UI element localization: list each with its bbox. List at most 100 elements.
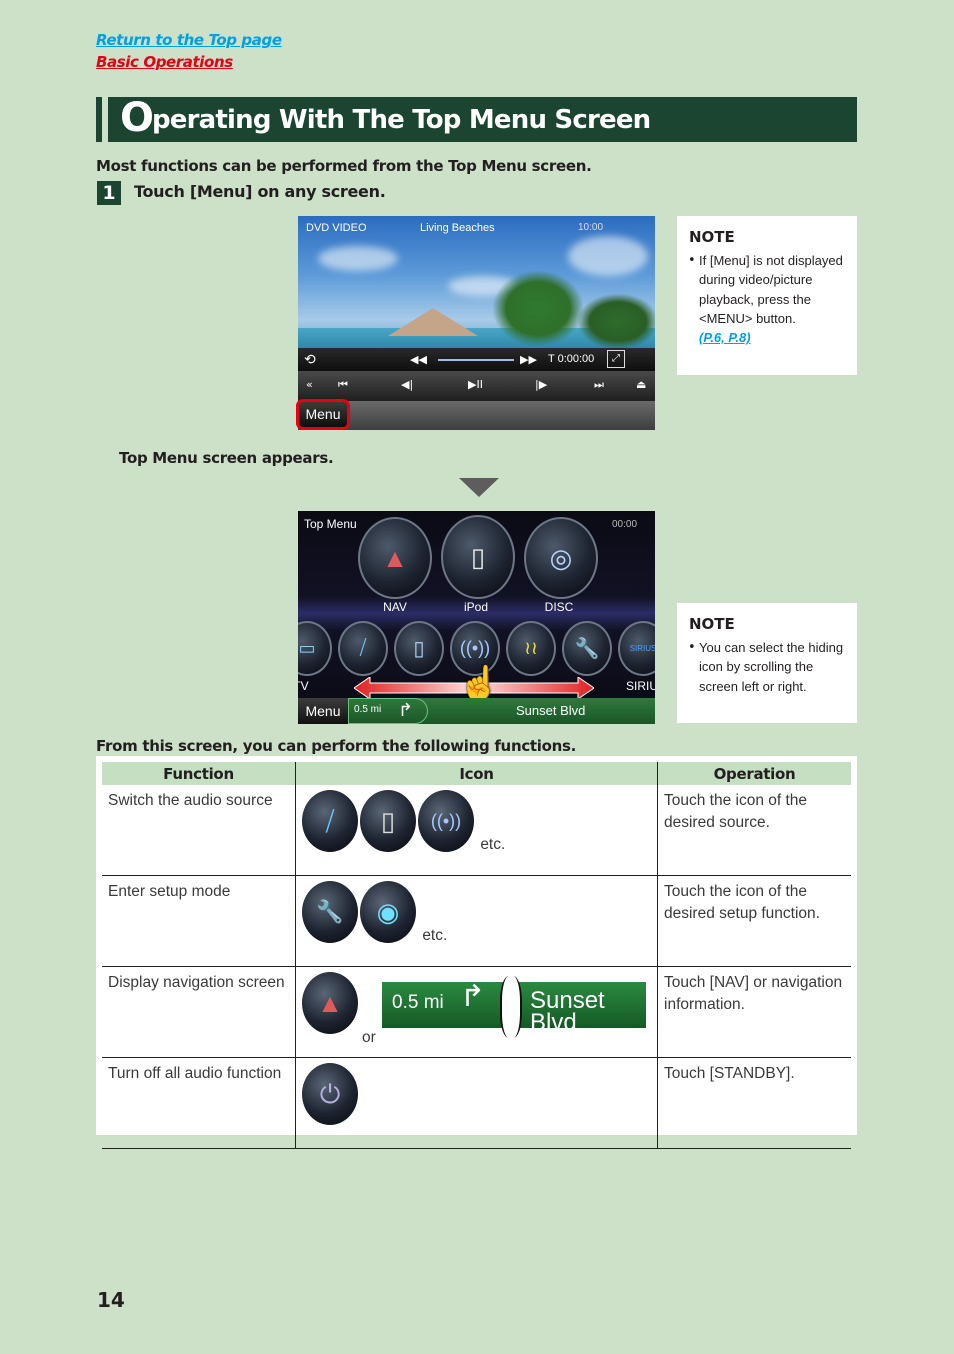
bullet: • xyxy=(688,253,696,268)
table-row: Switch the audio source ⧸ ▯ ((•)) etc. Tou… xyxy=(102,785,851,876)
clock: 10:00 xyxy=(578,222,604,233)
table-row: Enter setup mode 🔧 ◉ etc. Touch the icon … xyxy=(102,875,851,967)
nav-distance: 0.5 mi xyxy=(392,992,444,1013)
operation-cell: Touch [STANDBY]. xyxy=(657,1057,851,1149)
disc-icon[interactable]: ◎ xyxy=(524,517,598,599)
result-text: Top Menu screen appears. xyxy=(119,449,334,467)
step-instruction: Touch [Menu] on any screen. xyxy=(134,182,386,201)
nav-distance: 0.5 mi xyxy=(354,704,382,715)
nav-label: NAV xyxy=(383,600,407,614)
page-number: 14 xyxy=(97,1288,125,1312)
top-menu-menu-button[interactable]: Menu xyxy=(298,698,348,724)
functions-intro: From this screen, you can perform the fo… xyxy=(96,737,577,755)
menu-button[interactable]: Menu xyxy=(296,399,350,430)
title-accent-stripe xyxy=(96,97,102,142)
power-icon: ⏻ xyxy=(302,1063,358,1125)
header-operation: Operation xyxy=(657,762,851,785)
previous-icon[interactable]: ⏮ xyxy=(338,378,348,392)
title-text: perating With The Top Menu Screen xyxy=(152,105,651,135)
icon-cell: ⧸ ▯ ((•)) etc. xyxy=(295,785,658,876)
clock: 00:00 xyxy=(612,519,638,530)
av-cable-icon[interactable]: ≀≀ xyxy=(506,621,556,676)
operation-cell: Touch [NAV] or navigation information. xyxy=(657,966,851,1058)
wrench-icon[interactable]: 🔧 xyxy=(562,621,612,676)
intro-text: Most functions can be performed from the… xyxy=(96,157,592,175)
nav-icon[interactable]: ▲ xyxy=(358,517,432,599)
turn-right-arrow-icon: ↱ xyxy=(398,700,414,720)
table-header-row: Function Icon Operation xyxy=(102,762,851,785)
step-forward-icon[interactable]: |▶ xyxy=(535,378,547,391)
menu-bar xyxy=(298,401,655,430)
bullet: • xyxy=(688,640,696,655)
down-arrow-icon xyxy=(459,478,499,497)
cloud xyxy=(568,236,648,276)
ipod-icon: ▯ xyxy=(360,790,416,852)
rewind-icon[interactable]: ◀◀ xyxy=(410,353,427,366)
usb-icon: ⧸ xyxy=(302,790,358,852)
table-row: Display navigation screen ▲ or 0.5 mi ↱ … xyxy=(102,966,851,1058)
palm-tree xyxy=(493,271,583,346)
tv-label: TV xyxy=(298,679,309,693)
ipod-icon[interactable]: ▯ xyxy=(441,515,515,599)
collapse-icon[interactable]: « xyxy=(306,378,313,391)
page-reference-link[interactable]: (P.6, P.8) xyxy=(699,330,751,345)
fullscreen-icon[interactable]: ⤢ xyxy=(607,350,625,368)
tv-icon[interactable]: ▭ xyxy=(298,621,332,676)
function-cell: Enter setup mode xyxy=(102,875,296,967)
note-heading: NOTE xyxy=(689,228,735,246)
header-function: Function xyxy=(102,762,296,785)
audio-setup-icon: ◉ xyxy=(360,881,416,943)
header-icon: Icon xyxy=(295,762,658,785)
nav-street: Sunset Blvd xyxy=(530,987,605,1036)
playback-status-bar: ⟲ ◀◀ ▶▶ T 0:00:00 ⤢ xyxy=(298,348,655,371)
return-top-link[interactable]: Return to the Top page xyxy=(96,31,282,49)
nav-icon: ▲ xyxy=(302,972,358,1034)
functions-table: Function Icon Operation Switch the audio… xyxy=(102,762,851,1149)
note-box: NOTE • If [Menu] is not displayed during… xyxy=(677,216,857,375)
etc-label: etc. xyxy=(422,927,448,944)
transport-controls: « ⏮ ◀| ▶II |▶ ⏭ ⏏ xyxy=(298,371,655,401)
title-initial: O xyxy=(120,95,154,141)
turn-right-arrow-icon: ↱ xyxy=(460,980,486,1013)
function-cell: Switch the audio source xyxy=(102,785,296,876)
source-label: DVD VIDEO xyxy=(306,222,367,234)
fast-forward-icon[interactable]: ▶▶ xyxy=(520,353,537,366)
step-back-icon[interactable]: ◀| xyxy=(401,378,413,391)
navigation-info-banner: 0.5 mi ↱ Sunset Blvd xyxy=(382,976,646,1038)
function-cell: Display navigation screen xyxy=(102,966,296,1058)
progress-bar[interactable] xyxy=(438,359,514,361)
dvd-playback-screenshot: DVD VIDEO Living Beaches 10:00 ⟲ ◀◀ ▶▶ T… xyxy=(298,216,655,430)
icon-cell: 🔧 ◉ etc. xyxy=(295,875,658,967)
functions-table-container: Function Icon Operation Switch the audio… xyxy=(96,756,857,1149)
etc-label: etc. xyxy=(480,836,506,853)
sirius-icon[interactable]: SIRIUS xyxy=(618,621,655,676)
function-cell: Turn off all audio function xyxy=(102,1057,296,1149)
or-label: or xyxy=(362,1029,376,1046)
icon-cell: ▲ or 0.5 mi ↱ Sunset Blvd xyxy=(295,966,658,1058)
usb-icon[interactable]: ⧸ xyxy=(338,621,388,676)
navigation-info-bar[interactable]: 0.5 mi ↱ Sunset Blvd xyxy=(348,698,655,724)
screen-title: Top Menu xyxy=(304,517,357,531)
note-body: If [Menu] is not displayed during video/… xyxy=(699,253,843,326)
sirius-label: SIRIU xyxy=(626,679,655,693)
note-text: You can select the hiding icon by scroll… xyxy=(699,640,844,694)
phone-icon[interactable]: ▯ xyxy=(394,621,444,676)
break-mark xyxy=(500,976,522,1038)
time-readout: T 0:00:00 xyxy=(548,353,595,365)
play-pause-icon[interactable]: ▶II xyxy=(468,378,483,391)
icon-cell: ⏻ xyxy=(295,1057,658,1149)
ipod-label: iPod xyxy=(463,600,489,614)
note-box: NOTE • You can select the hiding icon by… xyxy=(677,603,857,723)
nav-street: Sunset Blvd xyxy=(516,703,586,718)
wrench-icon: 🔧 xyxy=(302,881,358,943)
top-menu-screenshot: Top Menu 00:00 ▲ ▯ ◎ NAV iPod DISC ▭ ⧸ ▯… xyxy=(298,511,655,724)
operation-cell: Touch the icon of the desired setup func… xyxy=(657,875,851,967)
basic-operations-link[interactable]: Basic Operations xyxy=(96,53,233,71)
repeat-icon[interactable]: ⟲ xyxy=(304,351,316,368)
video-title: Living Beaches xyxy=(420,222,495,234)
eject-icon[interactable]: ⏏ xyxy=(636,378,646,391)
note-text: If [Menu] is not displayed during video/… xyxy=(699,251,849,347)
cloud xyxy=(318,246,398,271)
next-icon[interactable]: ⏭ xyxy=(594,378,604,392)
disc-label: DISC xyxy=(544,600,574,614)
